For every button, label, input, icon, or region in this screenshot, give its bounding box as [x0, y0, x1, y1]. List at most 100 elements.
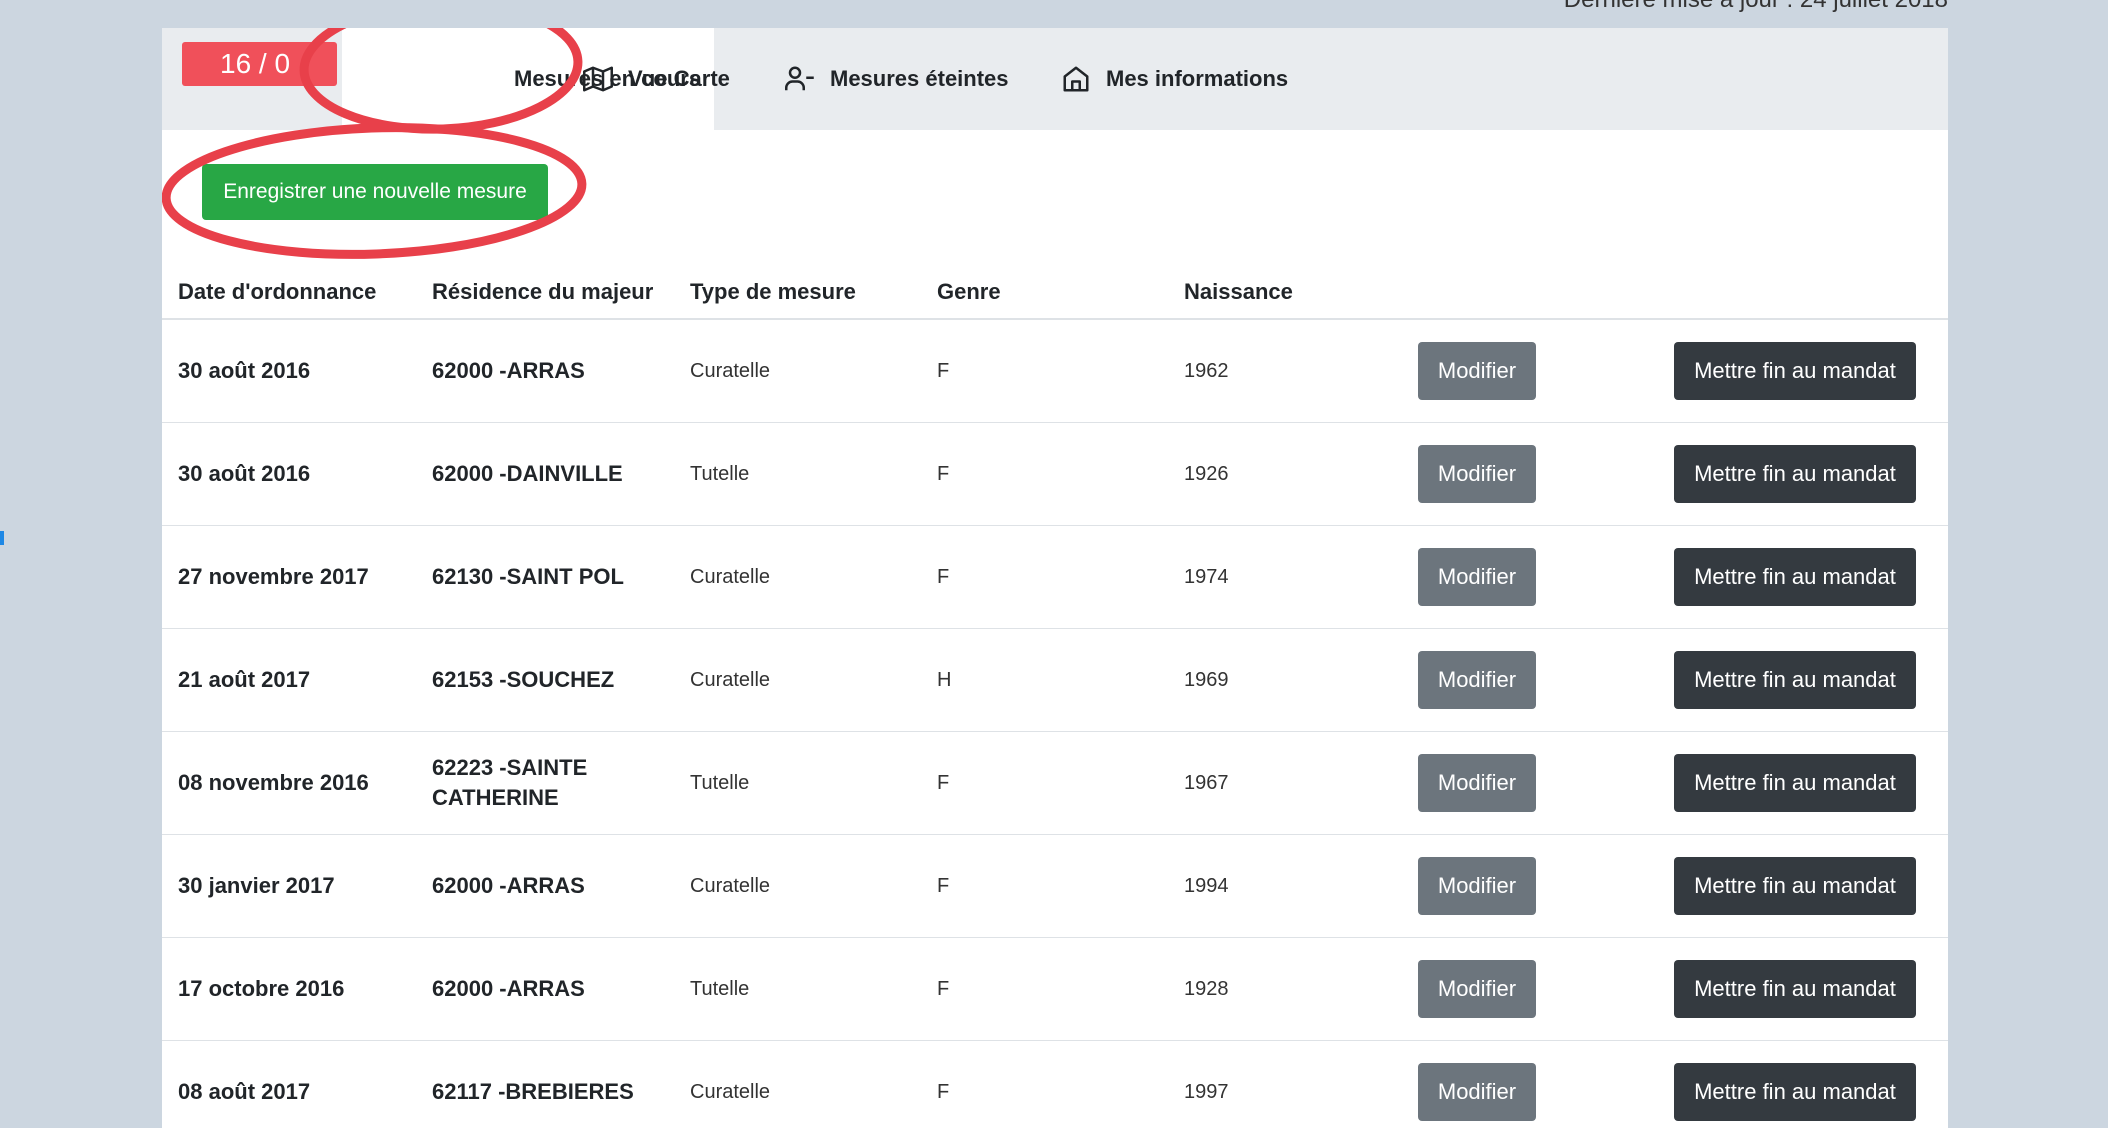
- map-icon: [582, 63, 614, 95]
- user-minus-icon: [784, 63, 816, 95]
- cell-modify: Modifier: [1402, 526, 1658, 629]
- cell-date: 30 août 2016: [162, 423, 416, 526]
- cell-end-mandate: Mettre fin au mandat: [1658, 1041, 1948, 1128]
- col-date: Date d'ordonnance: [162, 266, 416, 319]
- cell-date: 27 novembre 2017: [162, 526, 416, 629]
- cell-genre: F: [921, 732, 1168, 835]
- tab-vue-carte[interactable]: Vue Carte: [582, 28, 730, 130]
- cell-modify: Modifier: [1402, 938, 1658, 1041]
- cell-modify: Modifier: [1402, 835, 1658, 938]
- cell-residence: 62117 -BREBIERES: [416, 1041, 674, 1128]
- cell-end-mandate: Mettre fin au mandat: [1658, 835, 1948, 938]
- cell-naissance: 1997: [1168, 1041, 1402, 1128]
- cell-date: 08 août 2017: [162, 1041, 416, 1128]
- cell-residence: 62223 -SAINTE CATHERINE: [416, 732, 674, 835]
- modify-button[interactable]: Modifier: [1418, 754, 1536, 812]
- col-genre: Genre: [921, 266, 1168, 319]
- modify-button[interactable]: Modifier: [1418, 1063, 1536, 1121]
- measures-table: Date d'ordonnance Résidence du majeur Ty…: [162, 266, 1948, 1128]
- cell-naissance: 1926: [1168, 423, 1402, 526]
- cell-residence: 62153 -SOUCHEZ: [416, 629, 674, 732]
- cell-naissance: 1969: [1168, 629, 1402, 732]
- cell-end-mandate: Mettre fin au mandat: [1658, 319, 1948, 423]
- last-update-text: Dernière mise à jour : 24 juillet 2018: [1564, 0, 1948, 14]
- cell-type: Tutelle: [674, 423, 921, 526]
- end-mandate-button[interactable]: Mettre fin au mandat: [1674, 445, 1916, 503]
- cell-type: Curatelle: [674, 319, 921, 423]
- col-modify: [1402, 266, 1658, 319]
- cell-modify: Modifier: [1402, 319, 1658, 423]
- cell-type: Curatelle: [674, 1041, 921, 1128]
- end-mandate-button[interactable]: Mettre fin au mandat: [1674, 754, 1916, 812]
- modify-button[interactable]: Modifier: [1418, 857, 1536, 915]
- col-residence: Résidence du majeur: [416, 266, 674, 319]
- cell-end-mandate: Mettre fin au mandat: [1658, 629, 1948, 732]
- tab-bar: Mesures en cours 16 / 0 Vue Carte: [162, 28, 1948, 130]
- modify-button[interactable]: Modifier: [1418, 960, 1536, 1018]
- cell-genre: F: [921, 423, 1168, 526]
- cell-end-mandate: Mettre fin au mandat: [1658, 526, 1948, 629]
- modify-button[interactable]: Modifier: [1418, 342, 1536, 400]
- tab-label: Vue Carte: [628, 66, 730, 92]
- cell-end-mandate: Mettre fin au mandat: [1658, 732, 1948, 835]
- cell-residence: 62130 -SAINT POL: [416, 526, 674, 629]
- cell-genre: F: [921, 319, 1168, 423]
- end-mandate-button[interactable]: Mettre fin au mandat: [1674, 857, 1916, 915]
- cell-residence: 62000 -DAINVILLE: [416, 423, 674, 526]
- tab-label: Mes informations: [1106, 66, 1288, 92]
- cell-genre: F: [921, 526, 1168, 629]
- end-mandate-button[interactable]: Mettre fin au mandat: [1674, 960, 1916, 1018]
- end-mandate-button[interactable]: Mettre fin au mandat: [1674, 342, 1916, 400]
- new-measure-button[interactable]: Enregistrer une nouvelle mesure: [202, 164, 548, 220]
- modify-button[interactable]: Modifier: [1418, 651, 1536, 709]
- table-row: 30 janvier 201762000 -ARRASCuratelleF199…: [162, 835, 1948, 938]
- cell-date: 08 novembre 2016: [162, 732, 416, 835]
- cell-type: Tutelle: [674, 938, 921, 1041]
- main-panel: Mesures en cours 16 / 0 Vue Carte: [162, 28, 1948, 1128]
- end-mandate-button[interactable]: Mettre fin au mandat: [1674, 548, 1916, 606]
- cell-naissance: 1928: [1168, 938, 1402, 1041]
- cell-naissance: 1967: [1168, 732, 1402, 835]
- modify-button[interactable]: Modifier: [1418, 548, 1536, 606]
- cell-naissance: 1974: [1168, 526, 1402, 629]
- cell-residence: 62000 -ARRAS: [416, 319, 674, 423]
- cell-genre: F: [921, 938, 1168, 1041]
- cell-residence: 62000 -ARRAS: [416, 938, 674, 1041]
- tab-mes-informations[interactable]: Mes informations: [1060, 28, 1288, 130]
- tab-label: Mesures éteintes: [830, 66, 1009, 92]
- table-row: 30 août 201662000 -DAINVILLETutelleF1926…: [162, 423, 1948, 526]
- table-row: 17 octobre 201662000 -ARRASTutelleF1928 M…: [162, 938, 1948, 1041]
- cell-genre: F: [921, 835, 1168, 938]
- col-type: Type de mesure: [674, 266, 921, 319]
- cell-type: Tutelle: [674, 732, 921, 835]
- table-row: 21 août 201762153 -SOUCHEZCuratelleH1969…: [162, 629, 1948, 732]
- tab-mesures-eteintes[interactable]: Mesures éteintes: [784, 28, 1009, 130]
- cell-type: Curatelle: [674, 629, 921, 732]
- home-icon: [1060, 63, 1092, 95]
- cell-date: 21 août 2017: [162, 629, 416, 732]
- col-end: [1658, 266, 1948, 319]
- cell-modify: Modifier: [1402, 629, 1658, 732]
- table-row: 27 novembre 201762130 -SAINT POLCuratell…: [162, 526, 1948, 629]
- cell-date: 30 août 2016: [162, 319, 416, 423]
- table-row: 08 août 201762117 -BREBIERESCuratelleF19…: [162, 1041, 1948, 1128]
- cell-type: Curatelle: [674, 526, 921, 629]
- cell-naissance: 1994: [1168, 835, 1402, 938]
- cell-date: 17 octobre 2016: [162, 938, 416, 1041]
- cell-type: Curatelle: [674, 835, 921, 938]
- counter-badge: 16 / 0: [182, 42, 337, 86]
- modify-button[interactable]: Modifier: [1418, 445, 1536, 503]
- end-mandate-button[interactable]: Mettre fin au mandat: [1674, 1063, 1916, 1121]
- cell-modify: Modifier: [1402, 732, 1658, 835]
- left-edge-marker: [0, 531, 4, 545]
- cell-end-mandate: Mettre fin au mandat: [1658, 938, 1948, 1041]
- cell-date: 30 janvier 2017: [162, 835, 416, 938]
- table-row: 08 novembre 201662223 -SAINTE CATHERINET…: [162, 732, 1948, 835]
- cell-genre: F: [921, 1041, 1168, 1128]
- table-header-row: Date d'ordonnance Résidence du majeur Ty…: [162, 266, 1948, 319]
- end-mandate-button[interactable]: Mettre fin au mandat: [1674, 651, 1916, 709]
- cell-naissance: 1962: [1168, 319, 1402, 423]
- cell-end-mandate: Mettre fin au mandat: [1658, 423, 1948, 526]
- table-row: 30 août 201662000 -ARRASCuratelleF1962 Mo…: [162, 319, 1948, 423]
- cell-modify: Modifier: [1402, 423, 1658, 526]
